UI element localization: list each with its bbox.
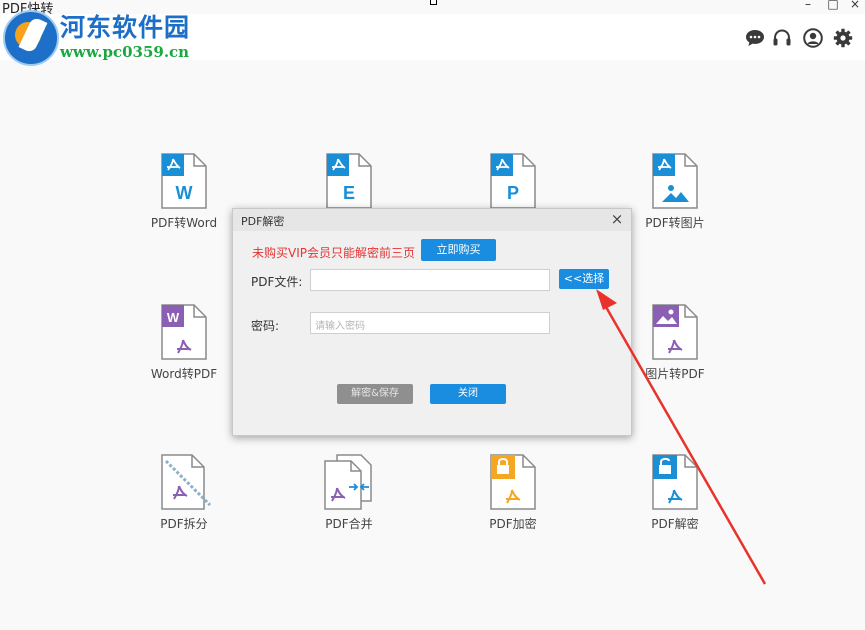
annotation-arrow <box>596 289 767 585</box>
